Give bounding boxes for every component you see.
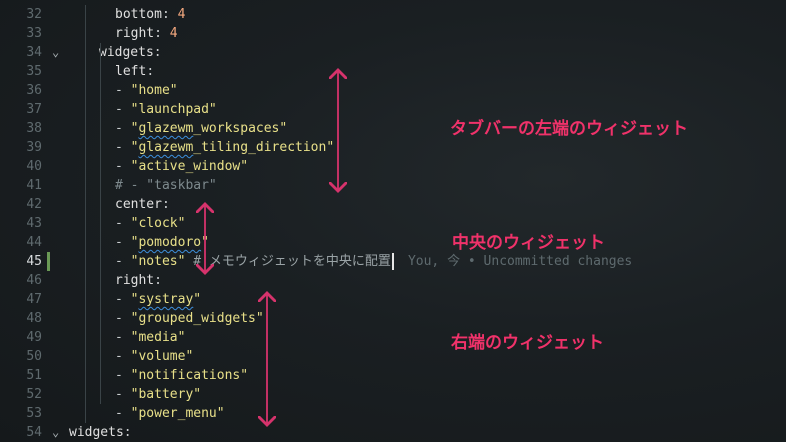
center-widgets-label: 中央のウィジェット: [452, 233, 605, 253]
right-widgets-label: 右端のウィジェット: [451, 333, 604, 353]
left-widgets-label: タブバーの左端のウィジェット: [450, 119, 688, 139]
annotation-arrows: [0, 0, 786, 442]
